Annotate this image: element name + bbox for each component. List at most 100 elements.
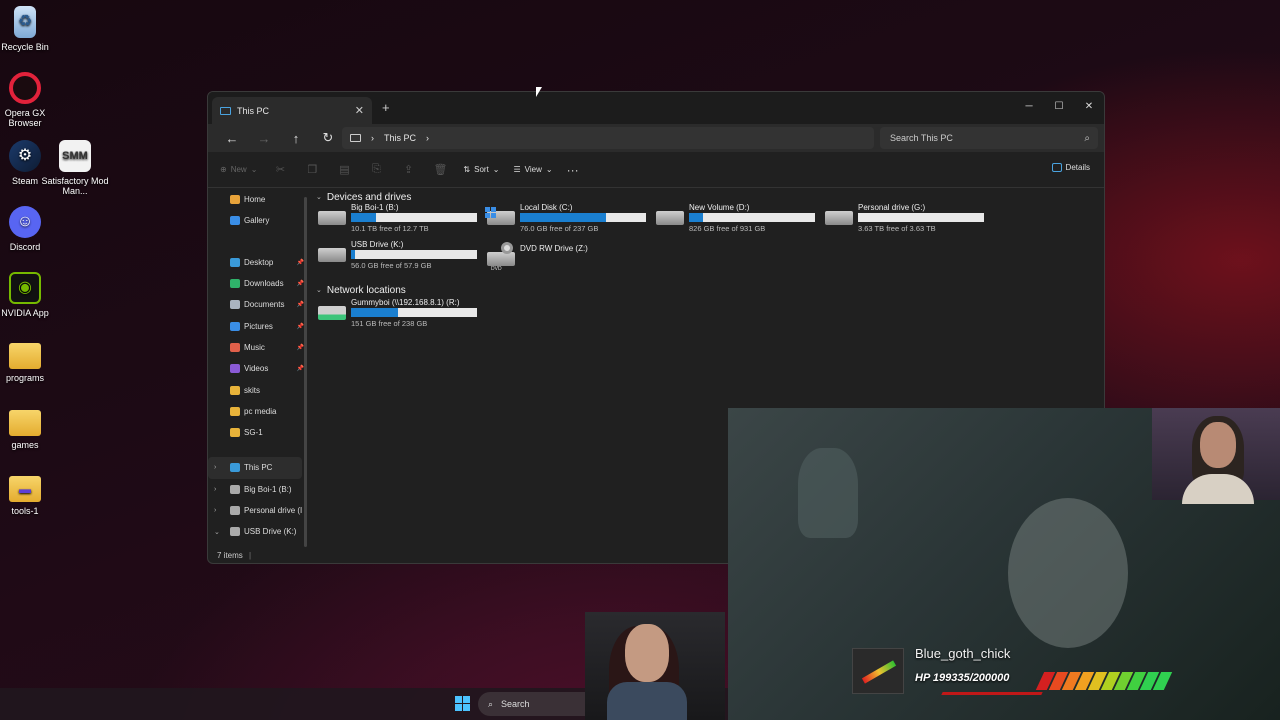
folder-icon — [9, 410, 41, 436]
navigation-bar: ← → ↑ ↻ › This PC › Search This PC ⌕ — [208, 124, 1104, 152]
status-bar: 7 items | — [217, 551, 252, 560]
streamer-camera-overlay — [1152, 408, 1280, 504]
view-icon: ☰ — [513, 165, 521, 174]
sidebar-item-skits[interactable]: skits — [208, 379, 306, 400]
drive-name: Local Disk (C:) — [520, 203, 573, 212]
network-drive-tile[interactable]: Gummyboi (\\192.168.8.1) (R:) 151 GB free… — [318, 298, 486, 334]
drive-tile[interactable]: Local Disk (C:) 76.0 GB free of 237 GB — [485, 203, 655, 239]
start-button[interactable] — [455, 696, 470, 711]
chevron-down-icon[interactable]: ⌄ — [214, 528, 220, 536]
folder-icon — [230, 406, 240, 416]
folder-icon — [230, 428, 240, 438]
refresh-button[interactable]: ↻ — [312, 130, 344, 146]
sort-button[interactable]: ⇅ Sort ⌄ — [463, 165, 499, 174]
drive-tile[interactable]: New Volume (D:) 826 GB free of 931 GB — [656, 203, 824, 239]
drive-usage-bar — [351, 308, 477, 317]
desktop-icon-games[interactable]: games — [0, 410, 60, 450]
network-drive-icon — [318, 306, 346, 320]
hard-drive-icon — [318, 248, 346, 262]
navigation-pane-scrollbar[interactable] — [304, 197, 307, 547]
desktop-icon-recycle-bin[interactable]: ♻ Recycle Bin — [0, 6, 60, 52]
viewer-username: Blue_goth_chick — [915, 646, 1011, 661]
back-button[interactable]: ← — [216, 131, 248, 146]
drive-tile[interactable]: DVD DVD RW Drive (Z:) — [487, 240, 655, 276]
hard-drive-icon — [318, 211, 346, 225]
chevron-right-icon[interactable]: › — [214, 507, 216, 514]
copy-icon[interactable]: ❐ — [303, 163, 321, 176]
chevron-right-icon[interactable]: › — [214, 464, 216, 471]
maximize-button[interactable]: ☐ — [1044, 96, 1074, 116]
sidebar-item-pc-media[interactable]: pc media — [208, 401, 306, 422]
desktop-icon-programs[interactable]: programs — [0, 343, 60, 383]
recycle-bin-icon: ♻ — [14, 6, 36, 38]
new-tab-button[interactable]: + — [382, 100, 390, 115]
desktop-icon-satisfactory-mod-manager[interactable]: SMM Satisfactory Mod Man... — [40, 140, 110, 196]
desktop-icon-tools-1[interactable]: ▬ tools-1 — [0, 476, 60, 516]
share-icon[interactable]: ⇪ — [399, 163, 417, 176]
pin-icon: 📌 — [296, 366, 304, 373]
view-button[interactable]: ☰ View ⌄ — [514, 165, 553, 174]
close-tab-icon[interactable]: ✕ — [355, 104, 364, 117]
delete-icon[interactable]: 🗑 — [431, 163, 449, 176]
cut-icon[interactable]: ✂ — [271, 163, 289, 176]
more-options-button[interactable]: ··· — [567, 163, 579, 177]
sidebar-item-downloads[interactable]: Downloads 📌 — [208, 273, 306, 294]
folder-icon — [9, 343, 41, 369]
breadcrumb-this-pc[interactable]: This PC — [384, 133, 416, 143]
tab-this-pc[interactable]: This PC ✕ — [212, 97, 372, 124]
command-bar: ⊕ New ⌄ ✂ ❐ ▤ ⎘ ⇪ 🗑 ⇅ Sort ⌄ ☰ View ⌄ ··· Deta… — [208, 152, 1104, 188]
new-button[interactable]: ⊕ New ⌄ — [220, 165, 257, 174]
search-input[interactable]: Search This PC ⌕ — [880, 127, 1098, 149]
sidebar-item-big-boi-1-b[interactable]: › Big Boi-1 (B:) — [208, 479, 306, 500]
sidebar-item-documents[interactable]: Documents 📌 — [208, 294, 306, 315]
drive-tile[interactable]: Big Boi-1 (B:) 10.1 TB free of 12.7 TB — [318, 203, 486, 239]
drive-name: Personal drive (G:) — [858, 203, 926, 212]
chevron-right-icon[interactable]: › — [214, 486, 216, 493]
sidebar-item-label: This PC — [244, 463, 273, 473]
drive-usage-bar — [520, 213, 646, 222]
sort-icon: ⇅ — [463, 165, 471, 174]
drive-free-space: 76.0 GB free of 237 GB — [520, 224, 599, 233]
pictures-icon — [230, 321, 240, 331]
pin-icon: 📌 — [296, 323, 304, 330]
drive-tile[interactable]: Personal drive (G:) 3.63 TB free of 3.63 … — [825, 203, 993, 239]
drive-icon — [230, 484, 240, 494]
desktop-icon-discord[interactable]: ☺ Discord — [0, 206, 60, 252]
minimize-button[interactable]: ─ — [1014, 96, 1044, 116]
rename-icon[interactable]: ⎘ — [367, 163, 385, 176]
sidebar-item-music[interactable]: Music 📌 — [208, 337, 306, 358]
sidebar-item-usb-drive-k[interactable]: ⌄ USB Drive (K:) — [208, 521, 306, 542]
sidebar-item-videos[interactable]: Videos 📌 — [208, 358, 306, 379]
address-bar[interactable]: › This PC › — [342, 127, 874, 149]
sidebar-item-label: Big Boi-1 (B:) — [244, 484, 292, 494]
details-button[interactable]: Details — [1051, 163, 1090, 172]
chevron-down-icon: ⌄ — [545, 165, 553, 174]
videos-icon — [230, 364, 240, 374]
drive-tile[interactable]: USB Drive (K:) 56.0 GB free of 57.9 GB — [318, 240, 486, 276]
sidebar-item-gallery[interactable]: Gallery — [208, 210, 306, 231]
desktop-icon — [230, 257, 240, 267]
sidebar-item-label: Music — [244, 342, 265, 352]
sidebar-item-label: Gallery — [244, 216, 270, 226]
close-window-button[interactable]: ✕ — [1074, 96, 1104, 116]
title-bar[interactable]: This PC ✕ + ─ ☐ ✕ — [208, 92, 1104, 124]
smm-icon: SMM — [59, 140, 91, 172]
sidebar-item-pictures[interactable]: Pictures 📌 — [208, 315, 306, 336]
forward-button[interactable]: → — [248, 131, 280, 146]
search-icon: ⌕ — [1084, 132, 1090, 144]
chevron-down-icon: ⌄ — [250, 165, 258, 174]
sidebar-item-desktop[interactable]: Desktop 📌 — [208, 252, 306, 273]
sidebar-item-sg-1[interactable]: SG-1 — [208, 422, 306, 443]
drive-free-space: 56.0 GB free of 57.9 GB — [351, 261, 432, 270]
chevron-down-icon: ⌄ — [316, 287, 322, 294]
sidebar-item-this-pc[interactable]: › This PC — [208, 457, 302, 479]
group-network-locations[interactable]: ⌄ Network locations — [316, 282, 406, 298]
paste-icon[interactable]: ▤ — [335, 163, 353, 176]
up-button[interactable]: ↑ — [280, 131, 312, 146]
hp-bar — [1035, 672, 1173, 690]
desktop-icon-opera-gx[interactable]: Opera GX Browser — [0, 72, 60, 128]
desktop-icon-nvidia-app[interactable]: ◉ NVIDIA App — [0, 272, 60, 318]
gallery-icon — [230, 216, 240, 226]
sidebar-item-home[interactable]: Home — [208, 189, 306, 210]
sidebar-item-personal-drive-i[interactable]: › Personal drive (I — [208, 500, 306, 521]
